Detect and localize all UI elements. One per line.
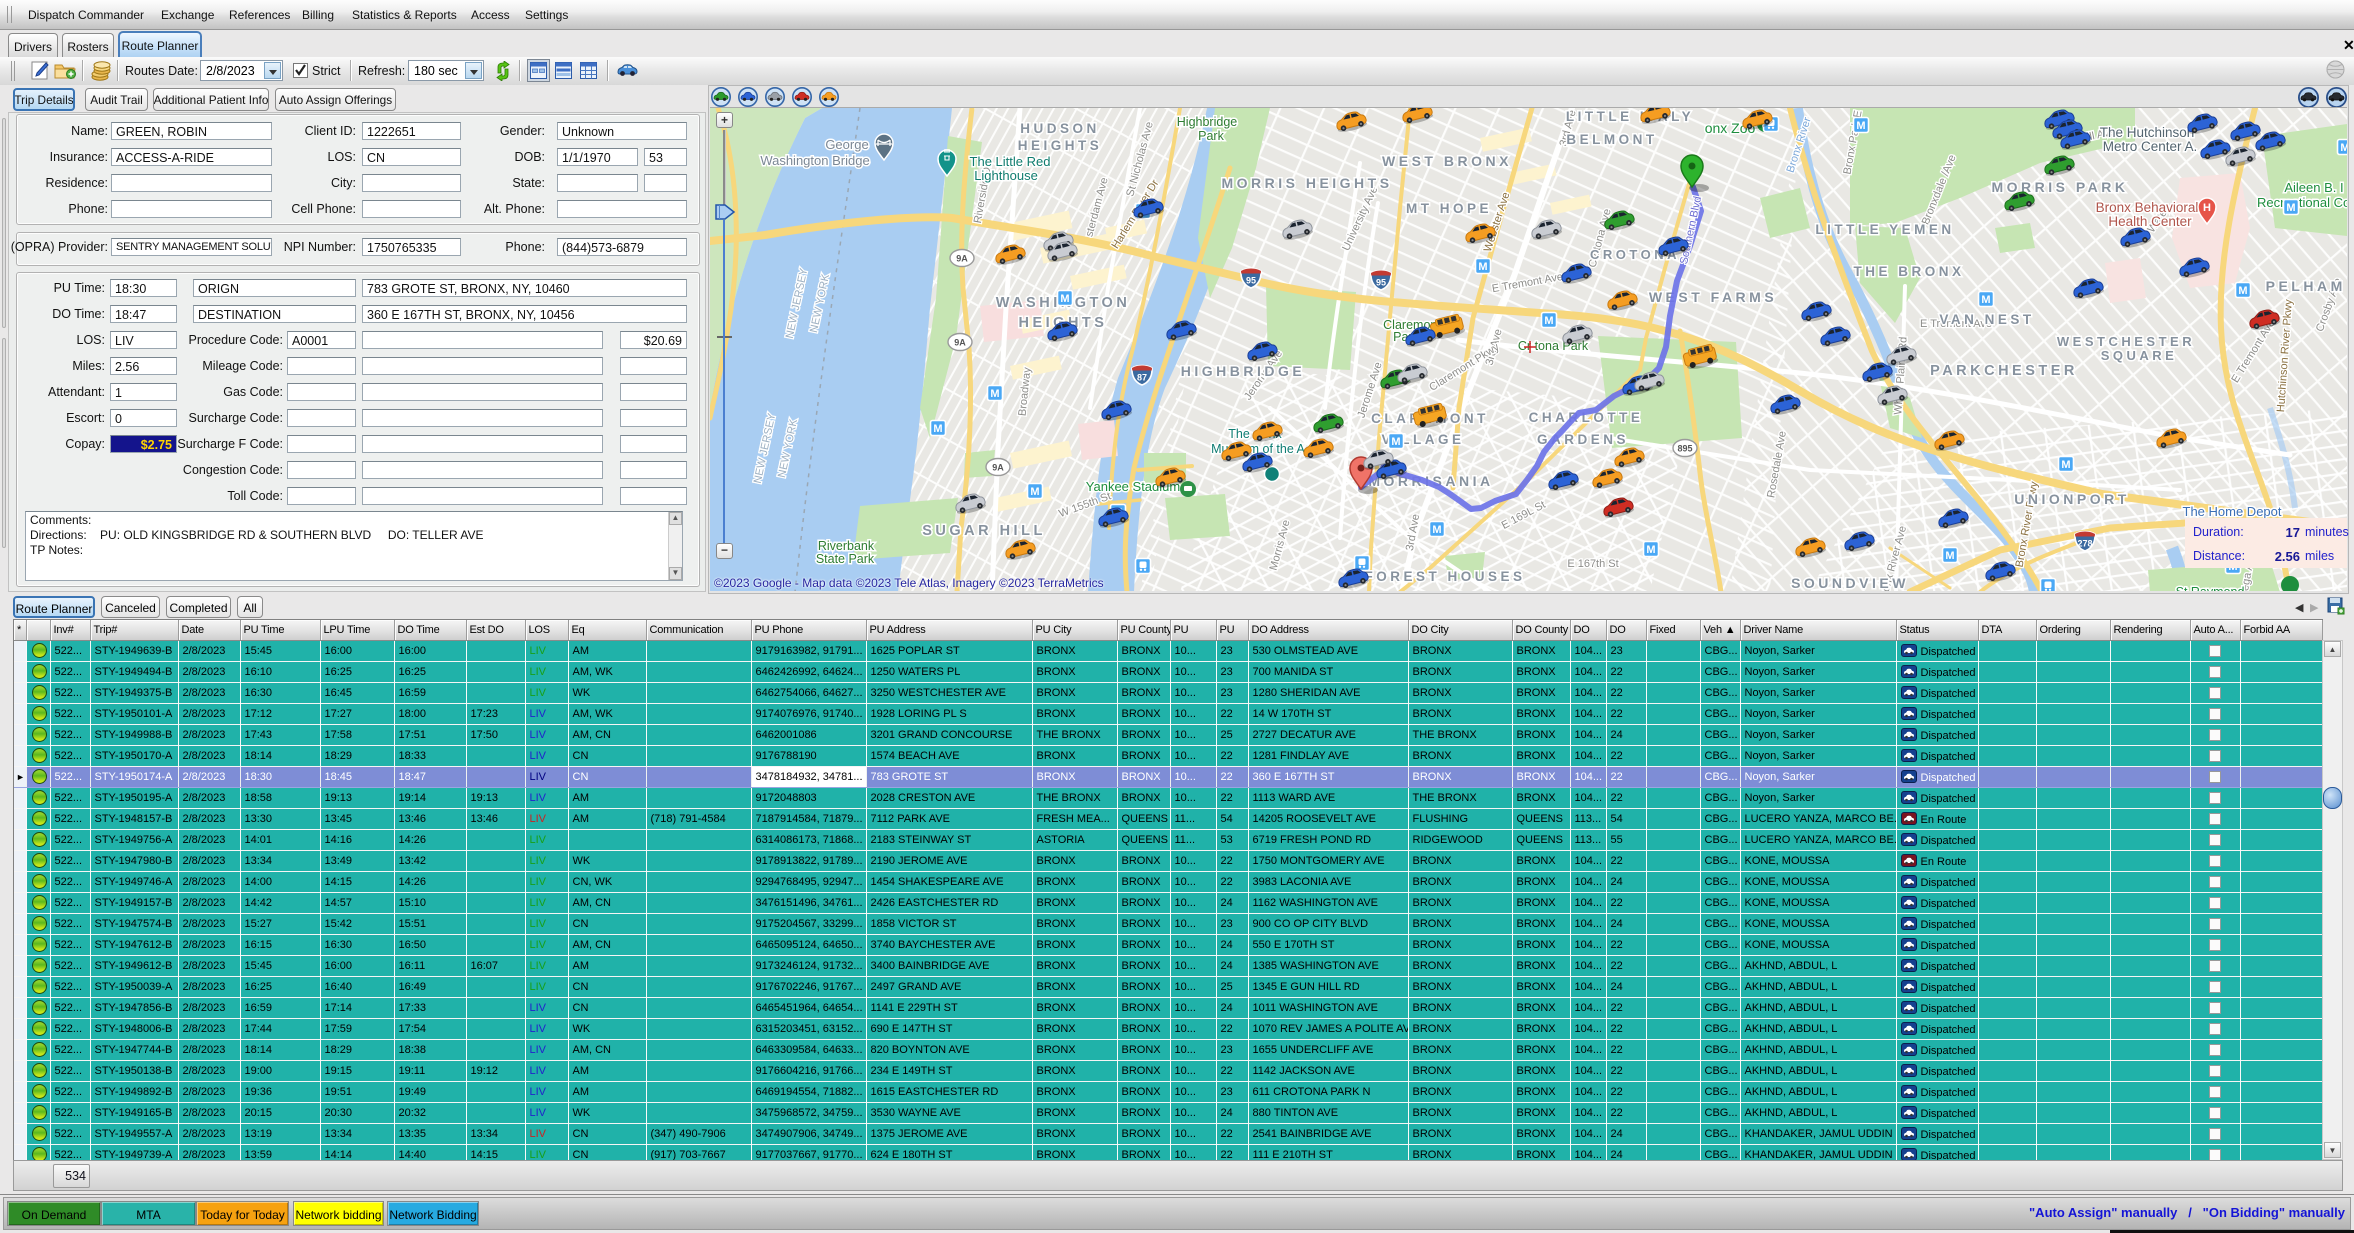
svg-text:M: M bbox=[1945, 550, 1954, 562]
svg-text:M: M bbox=[1391, 436, 1400, 448]
svg-text:M: M bbox=[1060, 293, 1069, 305]
svg-text:Metro Center A.: Metro Center A. bbox=[2103, 139, 2198, 154]
svg-text:Park: Park bbox=[1198, 129, 1224, 143]
svg-text:H: H bbox=[2203, 202, 2211, 214]
svg-text:Washington Bridge: Washington Bridge bbox=[760, 153, 869, 168]
svg-text:State Park: State Park bbox=[816, 552, 875, 566]
svg-text:PELHAM BA: PELHAM BA bbox=[2266, 278, 2347, 294]
svg-text:The Hutchinson: The Hutchinson bbox=[2100, 125, 2195, 140]
svg-text:MORRIS PARK: MORRIS PARK bbox=[1991, 179, 2128, 195]
svg-text:M: M bbox=[2340, 142, 2347, 154]
svg-text:M: M bbox=[933, 423, 942, 435]
svg-text:MORRIS HEIGHTS: MORRIS HEIGHTS bbox=[1221, 175, 1392, 191]
svg-text:HUDSON: HUDSON bbox=[1020, 121, 1100, 136]
svg-text:895: 895 bbox=[1677, 444, 1692, 454]
svg-text:Highbridge: Highbridge bbox=[1177, 115, 1238, 129]
svg-text:HIGHBRIDGE: HIGHBRIDGE bbox=[1181, 363, 1305, 379]
svg-text:LITTLE ITALY: LITTLE ITALY bbox=[1566, 109, 1694, 124]
svg-text:M: M bbox=[1856, 120, 1865, 132]
svg-text:SUGAR HILL: SUGAR HILL bbox=[922, 523, 1046, 539]
svg-text:LITTLE YEMEN: LITTLE YEMEN bbox=[1815, 222, 1954, 237]
svg-text:WEST FARMS: WEST FARMS bbox=[1649, 289, 1777, 305]
svg-text:THE BRONX: THE BRONX bbox=[1853, 264, 1964, 279]
svg-text:M: M bbox=[1432, 524, 1441, 536]
svg-text:M: M bbox=[1544, 315, 1553, 327]
svg-text:PARKCHESTER: PARKCHESTER bbox=[1930, 363, 2078, 379]
svg-text:WEST BRONX: WEST BRONX bbox=[1382, 153, 1512, 169]
svg-text:The Home Depot: The Home Depot bbox=[2183, 504, 2282, 519]
svg-text:BELMONT: BELMONT bbox=[1566, 132, 1657, 147]
svg-text:9A: 9A bbox=[956, 254, 968, 264]
svg-text:WESTCHESTER: WESTCHESTER bbox=[2057, 334, 2195, 349]
svg-text:278: 278 bbox=[2077, 539, 2092, 549]
svg-text:9A: 9A bbox=[992, 463, 1004, 473]
svg-text:Health Center: Health Center bbox=[2108, 214, 2192, 229]
svg-text:HEIGHTS: HEIGHTS bbox=[1018, 138, 1103, 153]
svg-text:St Raymond: St Raymond bbox=[2176, 585, 2245, 591]
svg-text:The Little Red: The Little Red bbox=[970, 154, 1051, 169]
svg-text:Aileen B. I: Aileen B. I bbox=[2284, 180, 2343, 195]
svg-text:M: M bbox=[1981, 294, 1990, 306]
svg-text:MT HOPE: MT HOPE bbox=[1406, 201, 1492, 216]
svg-text:Recreational Com: Recreational Com bbox=[2257, 195, 2347, 210]
svg-text:M: M bbox=[1478, 261, 1487, 273]
svg-text:VAN NEST: VAN NEST bbox=[1939, 312, 2034, 327]
svg-text:M: M bbox=[1646, 544, 1655, 556]
svg-text:Lighthouse: Lighthouse bbox=[974, 168, 1038, 183]
svg-text:95: 95 bbox=[1246, 276, 1256, 286]
svg-text:9A: 9A bbox=[954, 338, 966, 348]
svg-text:M: M bbox=[2286, 202, 2295, 214]
svg-text:M: M bbox=[2061, 459, 2070, 471]
svg-text:M: M bbox=[1030, 486, 1039, 498]
svg-text:Riverbank: Riverbank bbox=[818, 539, 875, 553]
svg-text:UNIONPORT: UNIONPORT bbox=[2014, 491, 2130, 507]
svg-text:95: 95 bbox=[1376, 278, 1386, 288]
svg-text:87: 87 bbox=[1137, 373, 1147, 383]
svg-text:SQUARE: SQUARE bbox=[2101, 348, 2178, 363]
svg-text:Bronx Behavioral: Bronx Behavioral bbox=[2096, 200, 2199, 215]
svg-text:George: George bbox=[825, 137, 868, 152]
svg-text:M: M bbox=[2238, 285, 2247, 297]
svg-text:M: M bbox=[990, 388, 999, 400]
svg-text:SOUNDVIEW: SOUNDVIEW bbox=[1791, 575, 1909, 591]
svg-text:E 167th St: E 167th St bbox=[1567, 558, 1618, 570]
svg-text:FOREST HOUSES: FOREST HOUSES bbox=[1364, 569, 1525, 584]
